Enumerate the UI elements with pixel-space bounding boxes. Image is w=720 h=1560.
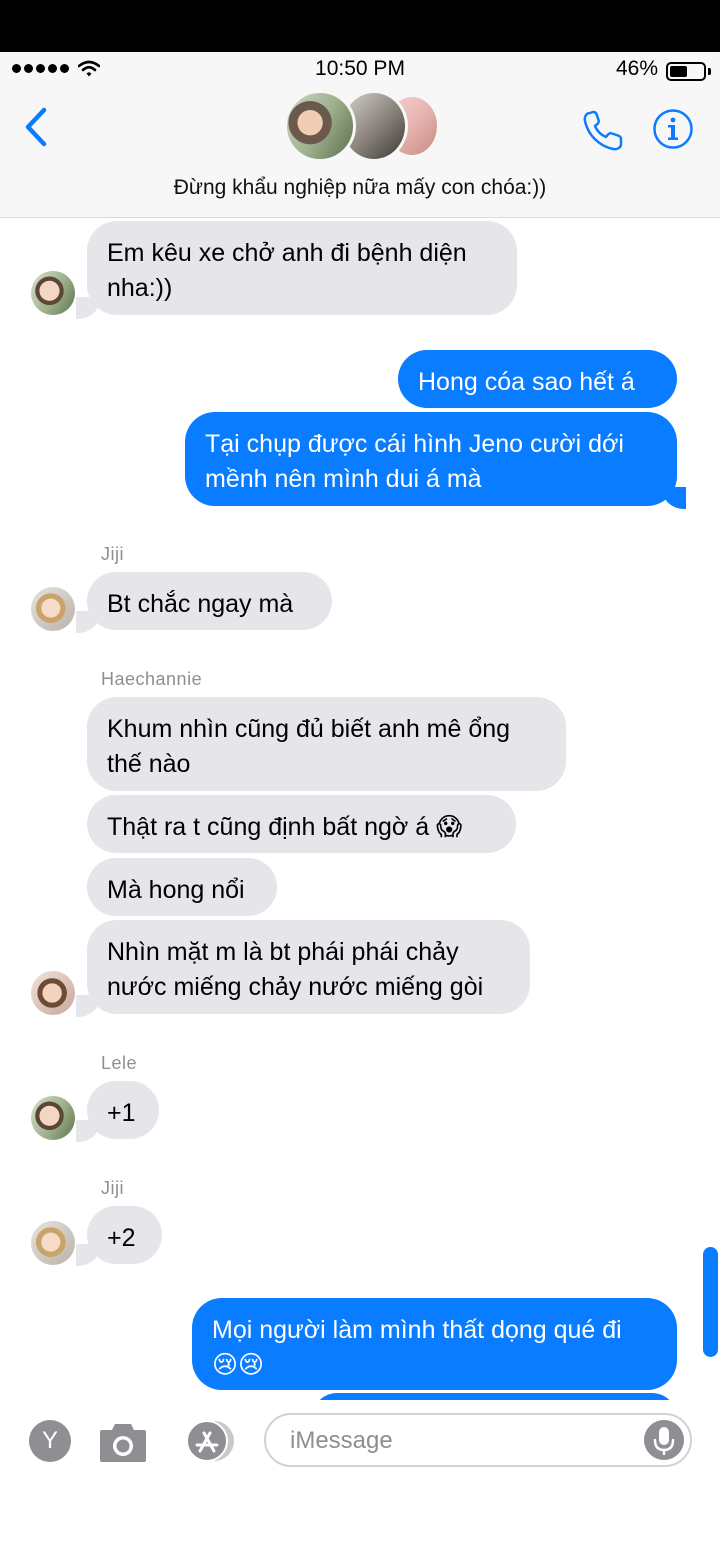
sender-name: Lele	[101, 1053, 138, 1073]
apps-button[interactable]: Y	[29, 1420, 71, 1462]
message-bubble-incoming[interactable]: +1	[87, 1081, 159, 1139]
message-bubble-incoming[interactable]: Nhìn mặt m là bt phái phái chảy nước miế…	[87, 920, 530, 1014]
message-list[interactable]: Em kêu xe chở anh đi bệnh diện nha:)) Ho…	[0, 219, 720, 1400]
battery-percentage: 46%	[615, 57, 658, 80]
sender-name: Jiji	[101, 1178, 124, 1198]
avatar	[31, 587, 75, 631]
phone-icon[interactable]	[580, 108, 626, 154]
avatar	[31, 1096, 75, 1140]
message-bubble-outgoing-partial[interactable]	[312, 1393, 677, 1400]
message-bubble-incoming[interactable]: Khum nhìn cũng đủ biết anh mê ổng thế nà…	[87, 697, 566, 791]
message-bubble-incoming[interactable]: Thật ra t cũng định bất ngờ á 😱	[87, 795, 516, 853]
message-bubble-incoming[interactable]: Em kêu xe chở anh đi bệnh diện nha:))	[87, 221, 517, 315]
avatar	[31, 971, 75, 1015]
avatar	[31, 1221, 75, 1265]
message-bubble-outgoing[interactable]: Mọi người làm mình thất dọng qué đi 😢😢	[192, 1298, 677, 1390]
avatar	[31, 271, 75, 315]
message-bubble-incoming[interactable]: +2	[87, 1206, 162, 1264]
top-black-bar	[0, 0, 720, 52]
avatar	[284, 90, 356, 162]
battery-icon	[666, 62, 706, 81]
conversation-header: 10:50 PM 46% Đừng khẩu nghiệp nữa mấy co…	[0, 52, 720, 218]
scroll-indicator[interactable]	[703, 1247, 718, 1357]
group-avatars[interactable]	[284, 90, 444, 162]
camera-icon[interactable]	[98, 1418, 148, 1464]
info-icon[interactable]	[652, 108, 694, 150]
microphone-icon[interactable]	[644, 1420, 684, 1460]
status-bar: 10:50 PM 46%	[0, 52, 720, 88]
status-time: 10:50 PM	[315, 57, 405, 80]
message-bubble-outgoing[interactable]: Tại chụp được cái hình Jeno cười dới mền…	[185, 412, 677, 506]
message-input[interactable]: iMessage	[264, 1413, 692, 1467]
message-bubble-incoming[interactable]: Bt chắc ngay mà	[87, 572, 332, 630]
message-bubble-incoming[interactable]: Mà hong nổi	[87, 858, 277, 916]
sender-name: Haechannie	[101, 669, 203, 689]
group-name[interactable]: Đừng khẩu nghiệp nữa mấy con chóa:))	[0, 176, 720, 200]
message-bubble-outgoing[interactable]: Hong cóa sao hết á	[398, 350, 677, 408]
sender-name: Jiji	[101, 544, 124, 564]
app-store-icon[interactable]	[180, 1420, 236, 1462]
message-input-placeholder: iMessage	[290, 1427, 393, 1454]
chevron-left-icon[interactable]	[20, 104, 54, 150]
